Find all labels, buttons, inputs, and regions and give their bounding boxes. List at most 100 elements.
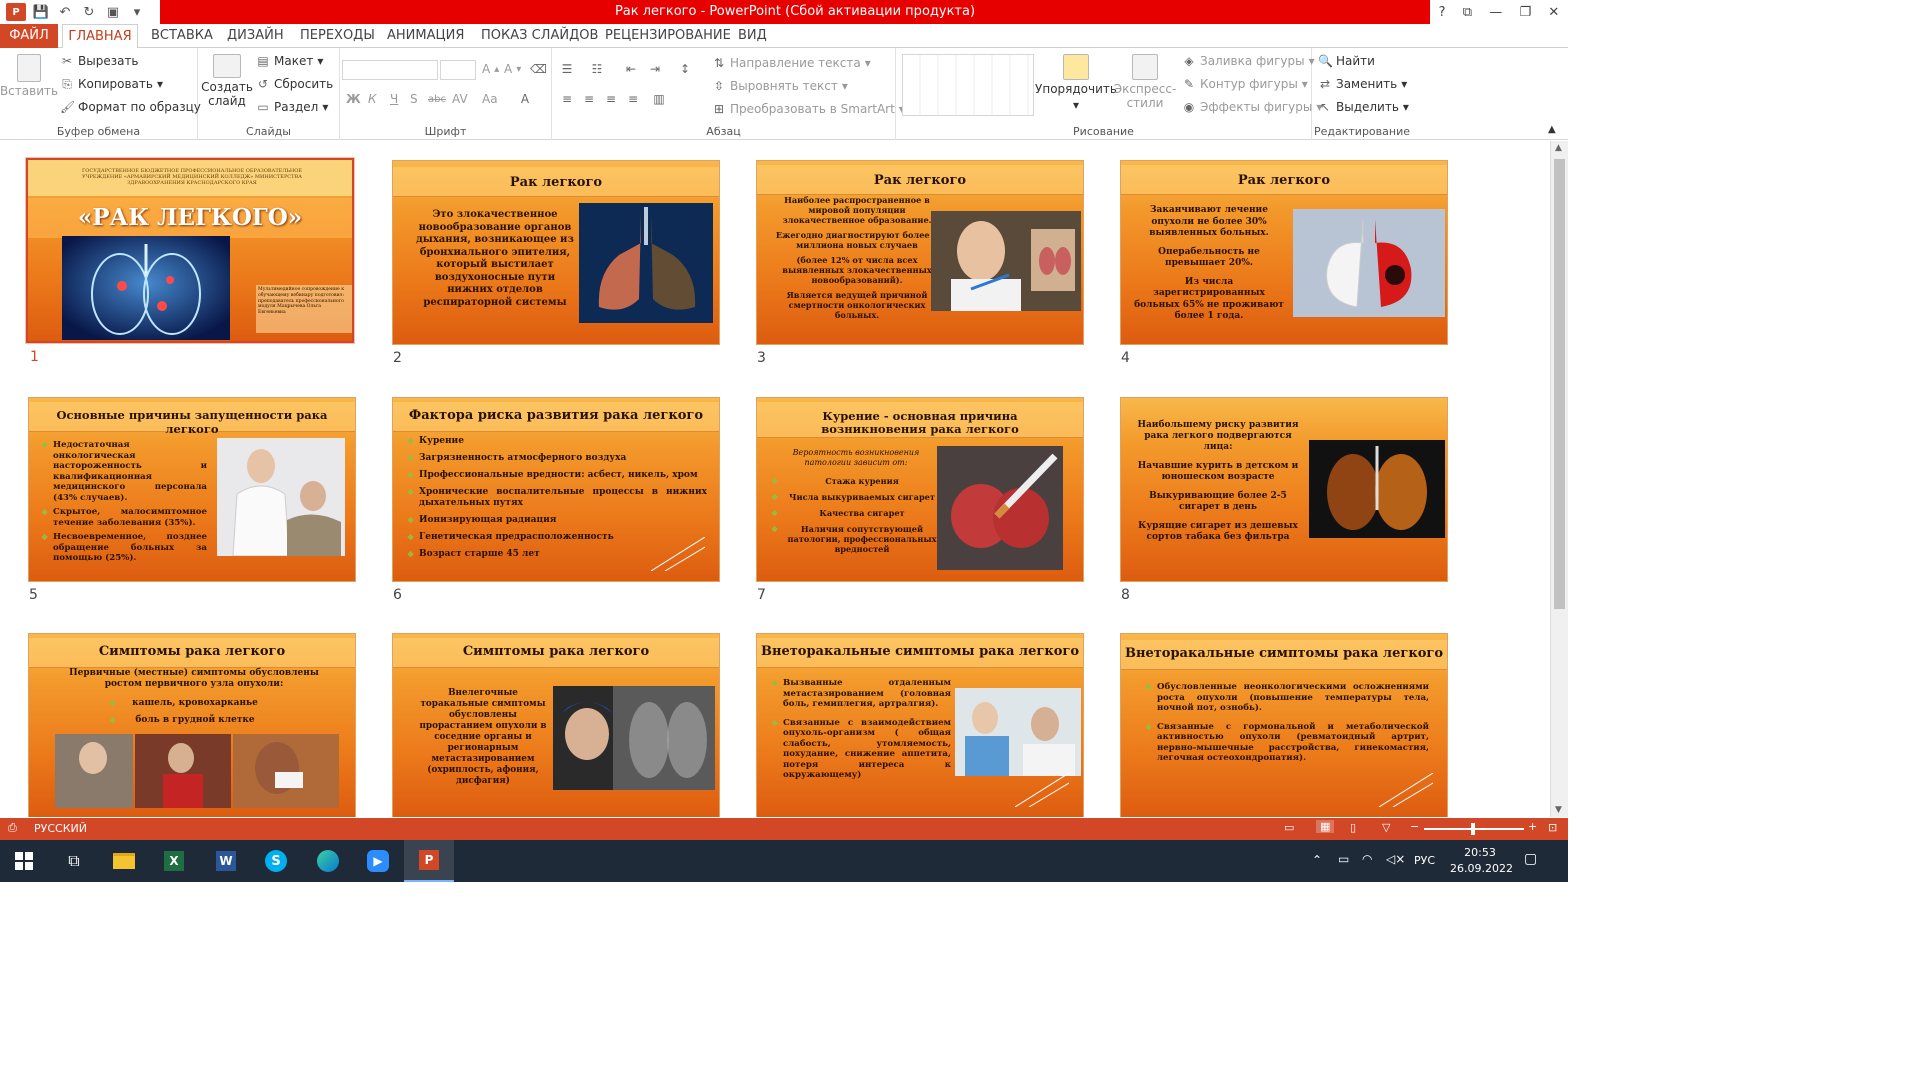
replace-button[interactable]: ⇄ Заменить ▾ <box>1318 77 1407 91</box>
slide-thumbnail-8[interactable]: Наибольшему риску развития рака легкого … <box>1120 397 1448 582</box>
slide-thumbnail-10[interactable]: Симптомы рака легкого Внелегочные торака… <box>392 633 720 817</box>
new-slide-button[interactable]: Создать слайд <box>201 54 253 108</box>
copy-button[interactable]: ⎘ Копировать ▾ <box>60 77 163 91</box>
find-button[interactable]: 🔍 Найти <box>1318 54 1375 68</box>
reading-view-icon[interactable]: ▯ <box>1350 821 1356 834</box>
show-hidden-icons-icon[interactable]: ⌃ <box>1312 853 1322 867</box>
slide-thumbnail-6[interactable]: Фактора риска развития рака легкого Куре… <box>392 397 720 582</box>
customize-qat-icon[interactable]: ▾ <box>128 3 146 21</box>
align-left-button[interactable]: ≡ <box>560 92 574 106</box>
tab-design[interactable]: ДИЗАЙН <box>227 24 284 48</box>
windows-start-icon[interactable] <box>0 840 48 882</box>
arrange-button[interactable]: Упорядочить ▾ <box>1035 54 1117 112</box>
underline-button[interactable]: Ч <box>390 92 398 106</box>
align-text-button[interactable]: ⇳ Выровнять текст ▾ <box>712 79 848 93</box>
slide-thumbnail-7[interactable]: Курение - основная причина возникновения… <box>756 397 1084 582</box>
close-button[interactable]: ✕ <box>1548 5 1559 20</box>
clock[interactable]: 20:53 26.09.2022 <box>1450 845 1513 877</box>
proofing-icon[interactable]: ⎙ <box>8 821 17 835</box>
restore-button[interactable]: ❐ <box>1520 5 1532 20</box>
tab-review[interactable]: РЕЦЕНЗИРОВАНИЕ <box>605 24 731 48</box>
scrollbar-thumb[interactable] <box>1554 159 1565 609</box>
font-color-button[interactable]: A <box>518 92 532 106</box>
help-button[interactable]: ? <box>1439 5 1446 20</box>
smartart-button[interactable]: ⊞Преобразовать в SmartArt ▾ <box>712 102 905 116</box>
tab-animation[interactable]: АНИМАЦИЯ <box>387 24 464 48</box>
select-button[interactable]: ↖ Выделить ▾ <box>1318 100 1409 114</box>
slide-sorter-view-icon[interactable]: ▦ <box>1316 820 1335 833</box>
undo-icon[interactable]: ↶ <box>56 3 74 21</box>
align-right-button[interactable]: ≡ <box>604 92 618 106</box>
tab-transitions[interactable]: ПЕРЕХОДЫ <box>300 24 375 48</box>
shadow-button[interactable]: S <box>410 92 418 106</box>
tab-view[interactable]: ВИД <box>738 24 767 48</box>
vertical-scrollbar[interactable]: ▲ ▼ <box>1550 141 1568 817</box>
wifi-icon[interactable]: ◠ <box>1362 852 1372 866</box>
zoom-out-icon[interactable]: − <box>1410 820 1419 833</box>
line-spacing-button[interactable]: ↕ <box>678 62 692 76</box>
shape-outline-button[interactable]: ✎ Контур фигуры ▾ <box>1182 77 1308 91</box>
numbering-button[interactable]: ☷ <box>590 62 604 76</box>
format-painter-button[interactable]: 🖌 Формат по образцу <box>60 100 201 114</box>
align-center-button[interactable]: ≡ <box>582 92 596 106</box>
columns-button[interactable]: ▥ <box>652 92 666 106</box>
input-language[interactable]: РУС <box>1414 854 1435 867</box>
strike-button[interactable]: abc <box>428 94 446 105</box>
edge-icon[interactable] <box>304 840 352 882</box>
layout-button[interactable]: ▤ Макет ▾ <box>256 54 323 68</box>
battery-icon[interactable]: ▭ <box>1338 852 1349 866</box>
italic-button[interactable]: К <box>368 92 377 106</box>
excel-icon[interactable]: X <box>150 840 198 882</box>
zoom-in-icon[interactable]: + <box>1528 820 1537 833</box>
skype-icon[interactable]: S <box>252 840 300 882</box>
tab-insert[interactable]: ВСТАВКА <box>151 24 213 48</box>
shape-effects-button[interactable]: ◉ Эффекты фигуры ▾ <box>1182 100 1323 114</box>
slide-thumbnail-4[interactable]: Рак легкого Заканчивают лечение опухоли … <box>1120 160 1448 345</box>
grow-font-button[interactable]: A ▴ <box>482 62 499 76</box>
notifications-icon[interactable]: ▢ <box>1524 851 1537 867</box>
slide-thumbnail-12[interactable]: Внеторакальные симптомы рака легкого Обу… <box>1120 633 1448 817</box>
bold-button[interactable]: Ж <box>346 92 361 106</box>
decrease-indent-button[interactable]: ⇤ <box>624 62 638 76</box>
quick-styles-button[interactable]: Экспресс-стили <box>1114 54 1176 110</box>
paste-button[interactable]: Вставить <box>0 54 58 98</box>
minimize-button[interactable]: — <box>1489 5 1502 20</box>
scroll-down-icon[interactable]: ▼ <box>1555 805 1562 815</box>
redo-icon[interactable]: ↻ <box>80 3 98 21</box>
section-button[interactable]: ▭ Раздел ▾ <box>256 100 328 114</box>
change-case-button[interactable]: Aa <box>482 92 498 106</box>
font-size-box[interactable] <box>440 60 476 80</box>
slide-thumbnail-3[interactable]: Рак легкого Наиболее распространенное в … <box>756 160 1084 345</box>
collapse-ribbon-icon[interactable]: ▲ <box>1548 124 1556 135</box>
slide-thumbnail-11[interactable]: Внеторакальные симптомы рака легкого Выз… <box>756 633 1084 817</box>
shrink-font-button[interactable]: A ▾ <box>504 62 521 76</box>
shapes-gallery[interactable] <box>902 54 1034 116</box>
powerpoint-taskbar-icon[interactable]: P <box>404 840 454 882</box>
save-icon[interactable]: 💾 <box>32 3 50 21</box>
slide-thumbnail-5[interactable]: Основные причины запущенности рака легко… <box>28 397 356 582</box>
zoom-app-icon[interactable]: ▶ <box>354 840 402 882</box>
cut-button[interactable]: ✂ Вырезать <box>60 54 139 68</box>
slideshow-view-icon[interactable]: ▽ <box>1382 821 1390 834</box>
text-direction-button[interactable]: ⇅ Направление текста ▾ <box>712 56 871 70</box>
start-slideshow-icon[interactable]: ▣ <box>104 3 122 21</box>
speaker-icon[interactable]: ◁× <box>1386 852 1405 866</box>
justify-button[interactable]: ≡ <box>626 92 640 106</box>
word-icon[interactable]: W <box>202 840 250 882</box>
slide-thumbnail-9[interactable]: Симптомы рака легкого Первичные (местные… <box>28 633 356 817</box>
tab-slideshow[interactable]: ПОКАЗ СЛАЙДОВ <box>481 24 598 48</box>
shape-fill-button[interactable]: ◈ Заливка фигуры ▾ <box>1182 54 1314 68</box>
char-spacing-button[interactable]: AV <box>452 92 468 106</box>
language-indicator[interactable]: РУССКИЙ <box>34 822 87 835</box>
normal-view-icon[interactable]: ▭ <box>1284 821 1294 834</box>
clear-format-button[interactable]: ⌫ <box>530 62 547 76</box>
zoom-slider-thumb[interactable] <box>1471 823 1475 835</box>
file-explorer-icon[interactable] <box>100 840 148 882</box>
slide-thumbnail-1[interactable]: ГОСУДАРСТВЕННОЕ БЮДЖЕТНОЕ ПРОФЕССИОНАЛЬН… <box>26 158 354 343</box>
increase-indent-button[interactable]: ⇥ <box>648 62 662 76</box>
tab-home[interactable]: ГЛАВНАЯ <box>62 24 138 49</box>
font-name-box[interactable] <box>342 60 438 80</box>
tab-file[interactable]: ФАЙЛ <box>0 24 58 48</box>
slide-thumbnail-2[interactable]: Рак легкого Это злокачественное новообра… <box>392 160 720 345</box>
ribbon-display-button[interactable]: ⧉ <box>1463 5 1472 20</box>
